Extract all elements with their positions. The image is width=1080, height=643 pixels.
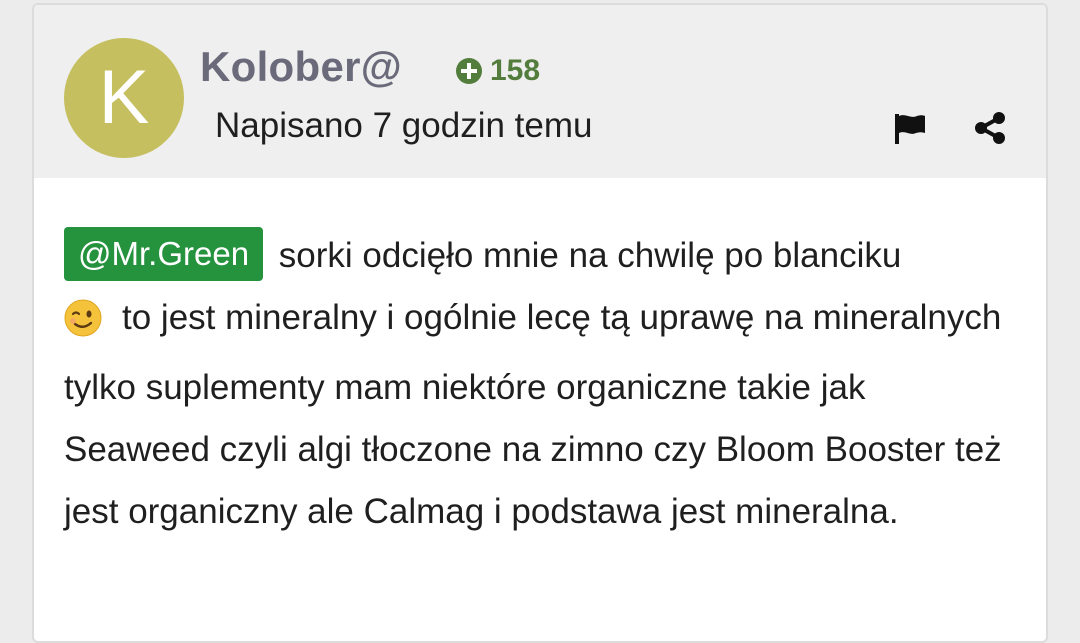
username-link[interactable]: Kolober@ [200,43,402,91]
share-icon[interactable] [970,108,1010,148]
plus-circle-icon [456,58,482,84]
post-header: K Kolober@ 158 Napisano 7 godzin temu [34,5,1046,178]
post-text-part1: sorki odcięło mnie na chwilę po blanciku [269,236,902,275]
reputation-badge: 158 [456,54,541,87]
flag-icon[interactable] [890,108,930,148]
reputation-count: 158 [490,54,541,87]
posted-time[interactable]: Napisano 7 godzin temu [215,106,592,146]
post-text-part2: to jest mineralny i ogólnie lecę tą upra… [64,298,1002,531]
post-actions [890,108,1010,148]
post-body: @Mr.Green sorki odcięło mnie na chwilę p… [64,225,1014,543]
avatar[interactable]: K [64,38,184,158]
post-card: K Kolober@ 158 Napisano 7 godzin temu @M… [32,3,1048,643]
mention-tag[interactable]: @Mr.Green [64,227,264,281]
winking-face-emoji [64,295,102,357]
